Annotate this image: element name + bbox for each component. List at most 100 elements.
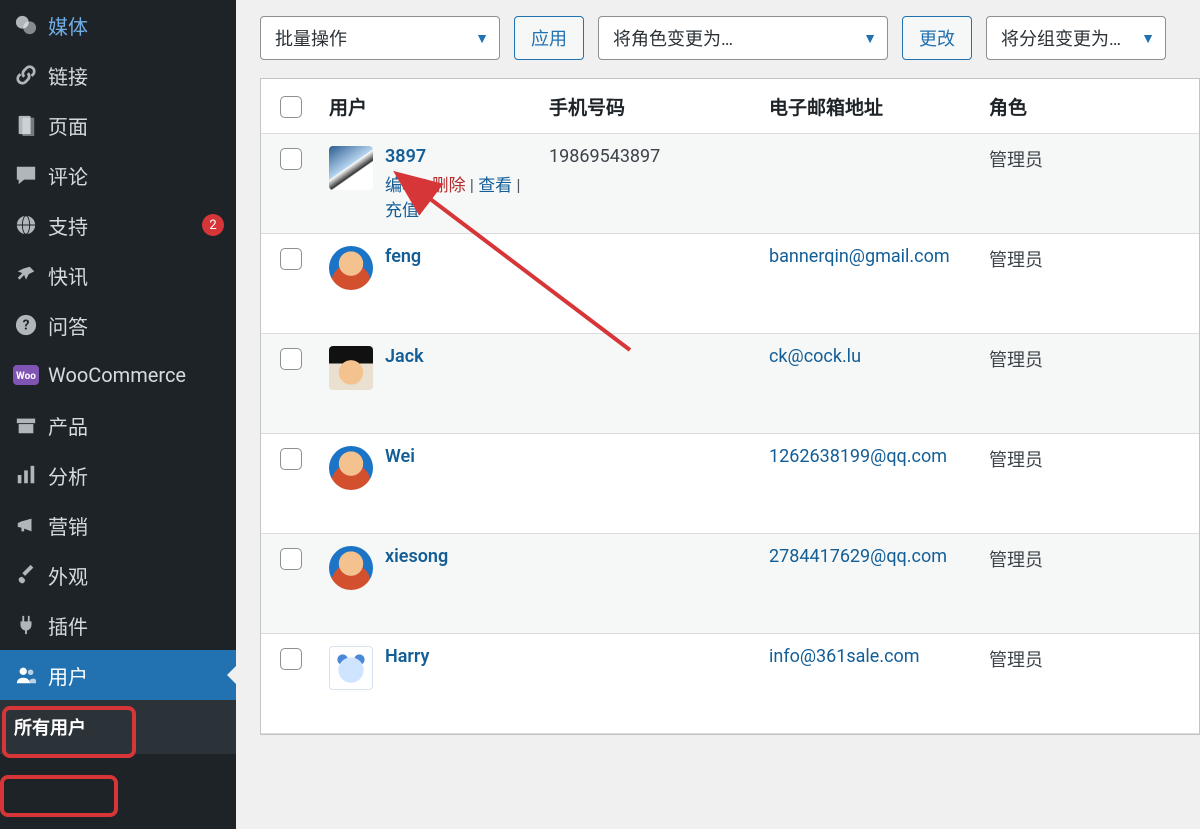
main-content: 批量操作 ▼ 应用 将角色变更为… ▼ 更改 将分组变更为… ▼ 用户 手机号码…: [236, 0, 1200, 829]
role-cell: 管理员: [981, 134, 1200, 184]
sidebar-item-label: 评论: [48, 161, 224, 190]
row-checkbox[interactable]: [280, 648, 302, 670]
view-link[interactable]: 查看: [478, 176, 512, 196]
sidebar-item-label: 页面: [48, 111, 224, 140]
sidebar-item-stats[interactable]: 分析: [0, 450, 236, 500]
sidebar-item-help[interactable]: ? 问答: [0, 300, 236, 350]
sidebar-item-label: WooCommerce: [48, 363, 224, 387]
row-checkbox[interactable]: [280, 248, 302, 270]
archive-icon: [12, 414, 40, 436]
user-cell: feng: [321, 234, 541, 302]
edit-link[interactable]: 编辑: [385, 176, 419, 196]
email-cell[interactable]: [761, 134, 981, 158]
admin-sidebar: 媒体链接页面评论支持 2 快讯? 问答 Woo WooCommerce 产品分析营销外观插件…: [0, 0, 236, 829]
row-checkbox[interactable]: [280, 448, 302, 470]
phone-cell: [541, 334, 761, 358]
globe-icon: [12, 214, 40, 236]
sidebar-item-media[interactable]: 媒体: [0, 0, 236, 50]
user-cell: xiesong: [321, 534, 541, 602]
username-link[interactable]: 3897: [385, 146, 426, 167]
users-table: 用户 手机号码 电子邮箱地址 角色 3897 编辑 | 删除 | 查看 | 充值 1…: [260, 78, 1200, 735]
sidebar-item-label: 链接: [48, 61, 224, 90]
username-link[interactable]: feng: [385, 246, 421, 267]
table-header-row: 用户 手机号码 电子邮箱地址 角色: [261, 79, 1199, 134]
email-cell[interactable]: ck@cock.lu: [761, 334, 981, 379]
apply-button[interactable]: 应用: [514, 16, 584, 60]
row-checkbox[interactable]: [280, 148, 302, 170]
email-cell[interactable]: 2784417629@qq.com: [761, 534, 981, 579]
stats-icon: [12, 464, 40, 486]
sidebar-item-users[interactable]: 用户: [0, 650, 236, 700]
svg-text:Woo: Woo: [16, 371, 36, 382]
recharge-link[interactable]: 充值: [385, 201, 419, 221]
role-cell: 管理员: [981, 534, 1200, 584]
column-header-user[interactable]: 用户: [321, 81, 541, 132]
sidebar-item-label: 支持: [48, 211, 196, 240]
username-link[interactable]: Jack: [385, 346, 424, 367]
help-icon: ?: [12, 314, 40, 336]
chevron-down-icon: ▼: [475, 30, 489, 47]
username-link[interactable]: Wei: [385, 446, 415, 467]
sidebar-item-label: 用户: [48, 661, 224, 690]
role-cell: 管理员: [981, 634, 1200, 684]
email-cell[interactable]: info@361sale.com: [761, 634, 981, 679]
page-icon: [12, 114, 40, 136]
table-row: Wei 1262638199@qq.com管理员: [261, 434, 1199, 534]
email-cell[interactable]: bannerqin@gmail.com: [761, 234, 981, 279]
delete-link[interactable]: 删除: [432, 176, 466, 196]
chevron-down-icon: ▼: [863, 30, 877, 47]
user-cell: Jack: [321, 334, 541, 402]
username-link[interactable]: xiesong: [385, 546, 448, 567]
brush-icon: [12, 564, 40, 586]
row-checkbox[interactable]: [280, 348, 302, 370]
column-header-phone[interactable]: 手机号码: [541, 81, 761, 132]
svg-text:?: ?: [23, 318, 30, 334]
bulk-action-select[interactable]: 批量操作 ▼: [260, 16, 500, 60]
email-cell[interactable]: 1262638199@qq.com: [761, 434, 981, 479]
sidebar-item-comment[interactable]: 评论: [0, 150, 236, 200]
pin-icon: [12, 264, 40, 286]
sidebar-item-label: 营销: [48, 511, 224, 540]
sidebar-item-archive[interactable]: 产品: [0, 400, 236, 450]
change-group-select[interactable]: 将分组变更为… ▼: [986, 16, 1166, 60]
comment-icon: [12, 164, 40, 186]
sidebar-item-woo[interactable]: Woo WooCommerce: [0, 350, 236, 400]
phone-cell: [541, 434, 761, 458]
change-button[interactable]: 更改: [902, 16, 972, 60]
row-checkbox[interactable]: [280, 548, 302, 570]
table-row: fengbannerqin@gmail.com管理员: [261, 234, 1199, 334]
sidebar-item-brush[interactable]: 外观: [0, 550, 236, 600]
sidebar-item-plugin[interactable]: 插件: [0, 600, 236, 650]
change-role-select[interactable]: 将角色变更为… ▼: [598, 16, 888, 60]
column-header-email[interactable]: 电子邮箱地址: [761, 81, 981, 132]
sidebar-item-pin[interactable]: 快讯: [0, 250, 236, 300]
avatar: [329, 346, 373, 390]
sidebar-item-globe[interactable]: 支持 2: [0, 200, 236, 250]
role-cell: 管理员: [981, 434, 1200, 484]
table-row: Harry info@361sale.com管理员: [261, 634, 1199, 734]
table-row: 3897编辑 | 删除 | 查看 | 充值19869543897管理员: [261, 134, 1199, 234]
username-link[interactable]: Harry: [385, 646, 429, 667]
user-cell: Wei: [321, 434, 541, 502]
sidebar-item-label: 产品: [48, 411, 224, 440]
badge-count: 2: [202, 214, 224, 236]
sidebar-item-link[interactable]: 链接: [0, 50, 236, 100]
media-icon: [12, 14, 40, 36]
users-icon: [12, 664, 40, 686]
sidebar-sub-all-users[interactable]: 所有用户: [0, 700, 236, 754]
sidebar-item-megaphone[interactable]: 营销: [0, 500, 236, 550]
select-all-checkbox[interactable]: [280, 96, 302, 118]
sidebar-item-label: 媒体: [48, 11, 224, 40]
phone-cell: [541, 534, 761, 558]
column-header-role[interactable]: 角色: [981, 81, 1200, 132]
user-cell: 3897 编辑 | 删除 | 查看 | 充值: [321, 134, 541, 233]
woo-icon: Woo: [12, 365, 40, 385]
table-row: Jackck@cock.lu管理员: [261, 334, 1199, 434]
megaphone-icon: [12, 514, 40, 536]
user-cell: Harry: [321, 634, 541, 702]
sidebar-item-page[interactable]: 页面: [0, 100, 236, 150]
link-icon: [12, 64, 40, 86]
row-actions: 编辑 | 删除 | 查看 | 充值: [385, 171, 533, 221]
sidebar-item-label: 插件: [48, 611, 224, 640]
sidebar-item-label: 问答: [48, 311, 224, 340]
